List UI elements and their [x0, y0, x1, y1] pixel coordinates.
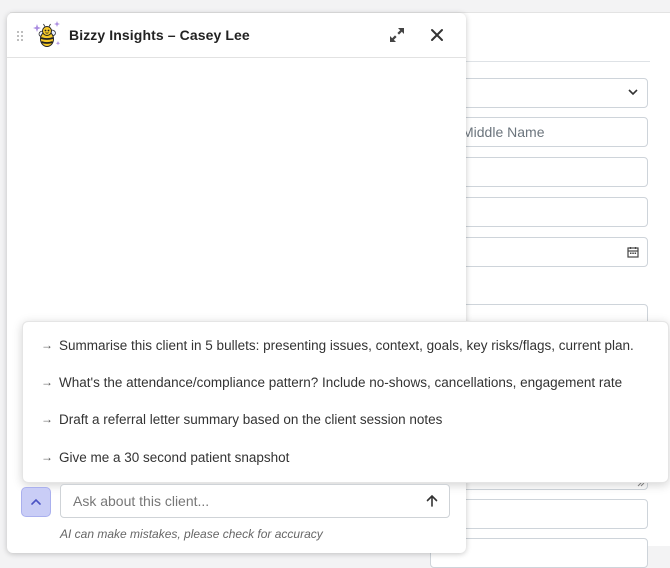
- suggested-prompt-item[interactable]: → Summarise this client in 5 bullets: pr…: [23, 330, 668, 360]
- arrow-right-icon: →: [41, 338, 53, 352]
- suggested-prompt-item[interactable]: → Draft a referral letter summary based …: [23, 404, 668, 434]
- suggested-prompts-menu: → Summarise this client in 5 bullets: pr…: [22, 321, 669, 483]
- suggested-prompt-label: What's the attendance/compliance pattern…: [59, 374, 623, 390]
- suggested-prompt-label: Summarise this client in 5 bullets: pres…: [59, 337, 634, 353]
- suggestions-toggle-button[interactable]: [21, 487, 51, 517]
- chevron-down-icon: [628, 89, 638, 96]
- suggested-prompt-label: Give me a 30 second patient snapshot: [59, 449, 290, 465]
- close-icon[interactable]: [429, 27, 445, 43]
- send-arrow-icon[interactable]: [425, 494, 439, 508]
- ask-input-box: [60, 484, 450, 518]
- suggested-prompt-item[interactable]: → What's the attendance/compliance patte…: [23, 367, 668, 397]
- calendar-icon: [627, 247, 639, 258]
- suggested-prompt-item[interactable]: → Give me a 30 second patient snapshot: [23, 442, 668, 472]
- chat-header: Bizzy Insights – Casey Lee: [7, 13, 466, 58]
- arrow-right-icon: →: [41, 412, 53, 426]
- middle-name-placeholder: Middle Name: [462, 124, 545, 140]
- chevron-up-icon: [31, 498, 41, 505]
- bee-logo-icon: [33, 21, 61, 47]
- chat-title: Bizzy Insights – Casey Lee: [69, 27, 250, 43]
- suggested-prompt-label: Draft a referral letter summary based on…: [59, 411, 443, 427]
- arrow-right-icon: →: [41, 375, 53, 389]
- ai-disclaimer: AI can make mistakes, please check for a…: [60, 527, 323, 541]
- ask-input[interactable]: [73, 492, 413, 510]
- arrow-right-icon: →: [41, 450, 53, 464]
- drag-handle-icon[interactable]: [16, 30, 24, 42]
- expand-icon[interactable]: [388, 26, 406, 44]
